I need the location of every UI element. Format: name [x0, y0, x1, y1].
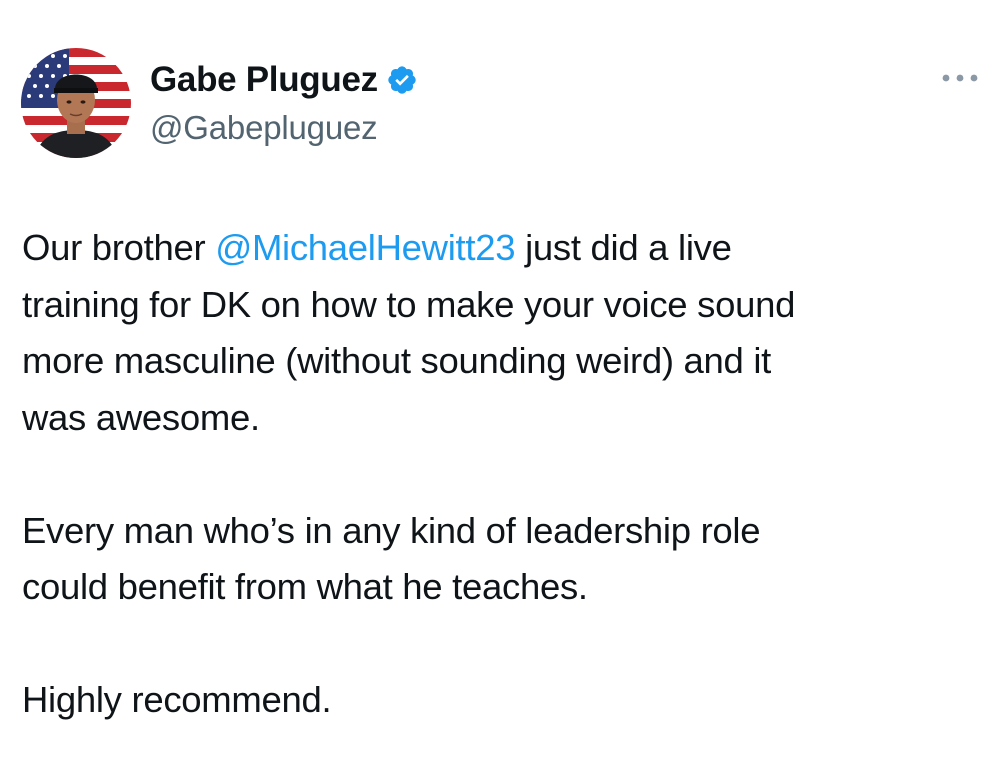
tweet-text-segment: just did a live: [515, 227, 732, 268]
tweet-text-line: was awesome.: [22, 396, 260, 438]
tweet-paragraph-1: Our brother @MichaelHewitt23 just did a …: [22, 220, 982, 446]
tweet-paragraph-3: Highly recommend.: [22, 672, 982, 729]
author-name-row: Gabe Pluguez: [150, 58, 418, 102]
tweet-text: Our brother @MichaelHewitt23 just did a …: [22, 220, 982, 729]
tweet-paragraph-2: Every man who’s in any kind of leadershi…: [22, 503, 982, 616]
tweet-card: Gabe Pluguez @Gabepluguez Our brother @M…: [0, 0, 1000, 774]
tweet-text-line: more masculine (without sounding weird) …: [22, 340, 772, 381]
tweet-text-line: could benefit from what he teaches.: [22, 566, 588, 607]
display-name[interactable]: Gabe Pluguez: [150, 58, 378, 102]
tweet-text-line: training for DK on how to make your voic…: [22, 283, 796, 325]
mention-link[interactable]: @MichaelHewitt23: [215, 227, 515, 268]
more-options-icon[interactable]: [940, 70, 980, 86]
tweet-text-line: Highly recommend.: [22, 679, 332, 720]
avatar-flag-photo-icon: [21, 48, 131, 158]
verified-badge-icon[interactable]: [386, 64, 418, 96]
author-handle[interactable]: @Gabepluguez: [150, 108, 378, 148]
avatar[interactable]: [21, 48, 131, 158]
tweet-text-line: Every man who’s in any kind of leadershi…: [22, 509, 761, 551]
tweet-text-segment: Our brother: [22, 227, 216, 268]
